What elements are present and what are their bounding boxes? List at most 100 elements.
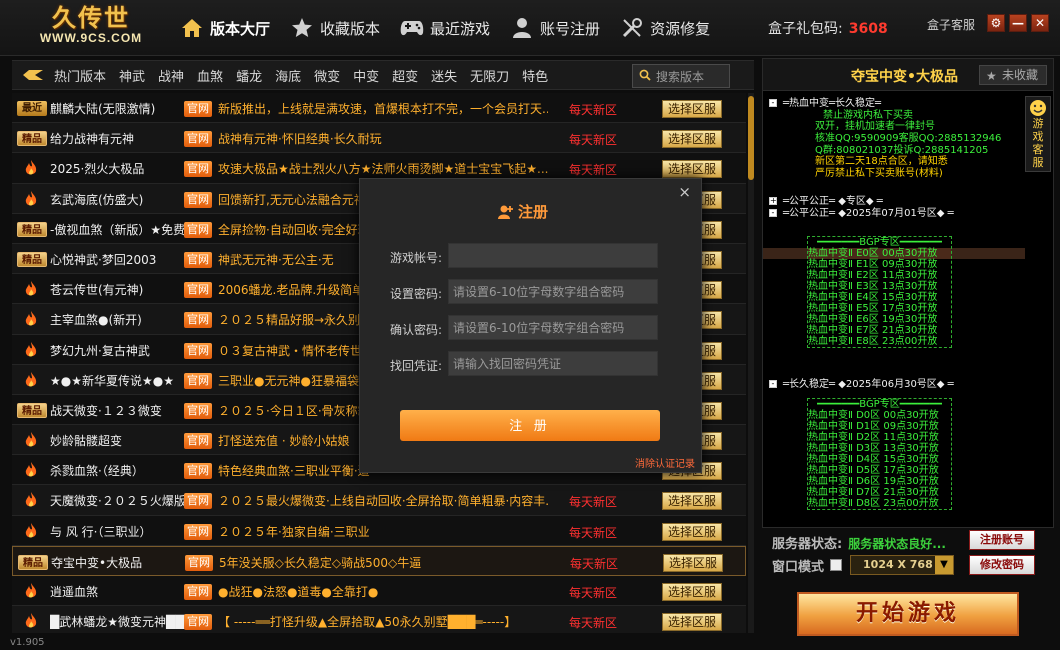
server-row[interactable]: 精品 给力战神有元神 官网 战神有元神·怀旧经典·长久耐玩 每天新区 选择区服 [12,123,746,154]
server-row[interactable]: 精品 夺宝中变•大极品 官网 5年没关服◇长久稳定◇骑战500◇牛逼 每天新区 选择区服 [12,545,746,576]
zone-entry[interactable]: 热血中变Ⅱ D7区 21点30开放 [808,487,951,498]
tree-node[interactable]: - ═长久稳定═ ◆2025年06月30号区◆ ═ [769,379,954,390]
zone-entry[interactable]: 热血中变Ⅱ E5区 17点30开放 [808,303,951,314]
official-site-button[interactable]: 官网 [184,463,212,480]
zone-entry[interactable]: 热血中变Ⅱ D8区 23点00开放 [808,498,951,509]
close-button[interactable]: ✕ [1031,14,1049,32]
official-site-button[interactable]: 官网 [184,131,212,148]
category-shenwu[interactable]: 神武 [119,66,145,85]
select-server-button[interactable]: 选择区服 [662,492,722,511]
category-zhongbian[interactable]: 中变 [353,66,379,85]
category-haidi[interactable]: 海底 [275,66,301,85]
official-site-button[interactable]: 官网 [184,221,212,238]
tree-node[interactable]: - ═热血中变═长久稳定═ [769,98,881,109]
password-input[interactable] [448,279,658,304]
official-site-button[interactable]: 官网 [184,282,212,299]
category-panlong[interactable]: 蟠龙 [236,66,262,85]
official-site-button[interactable]: 官网 [184,402,212,419]
select-server-button[interactable]: 选择区服 [662,130,722,149]
game-service-button[interactable]: 游戏客服 [1025,96,1051,172]
nav-resource-repair[interactable]: 资源修复 [620,12,710,44]
official-site-button[interactable]: 官网 [184,493,212,510]
category-mishi[interactable]: 迷失 [431,66,457,85]
server-row[interactable]: █武林蟠龙★微变元神██ 官网【 -----══打怪升级▲全屏拾取▲50永久别墅█… [12,606,746,633]
category-zhanshen[interactable]: 战神 [158,66,184,85]
official-site-button[interactable]: 官网 [184,372,212,389]
official-site-button[interactable]: 官网 [184,191,212,208]
window-mode-checkbox[interactable] [830,559,843,571]
close-icon[interactable]: × [678,183,691,201]
scroll-thumb[interactable] [748,96,754,180]
nav-recent-games[interactable]: 最近游戏 [400,12,490,44]
select-server-button[interactable]: 选择区服 [663,553,723,572]
zone-entry[interactable]: 热血中变Ⅱ D4区 15点30开放 [808,454,951,465]
fire-icon [24,280,38,298]
server-row[interactable]: 与 风 行·（三职业） 官网 ２０２５年·独家自编·三职业 每天新区 选择区服 [12,515,746,546]
category-hot[interactable]: 热门版本 [54,66,106,85]
official-site-button[interactable]: 官网 [184,312,212,329]
official-site-button[interactable]: 官网 [184,523,212,540]
server-row[interactable]: 最近 麒麟大陆(无限激情) 官网 新版推出，上线就是满攻速，首爆根本打不完，一个会员打… [12,93,746,124]
category-wuxiandao[interactable]: 无限刀 [470,66,509,85]
category-weibian[interactable]: 微变 [314,66,340,85]
minimize-button[interactable]: — [1009,14,1027,32]
resolution-select[interactable]: 1024 X 768 ▼ [850,555,955,575]
zone-entry[interactable]: 热血中变Ⅱ E7区 21点30开放 [808,325,951,336]
zone-entry[interactable]: 热血中变Ⅱ E6区 19点30开放 [808,314,951,325]
zone-entry[interactable]: 热血中变Ⅱ E2区 11点30开放 [808,270,951,281]
official-site-button[interactable]: 官网 [185,554,213,571]
category-xuesha[interactable]: 血煞 [197,66,223,85]
notice-line: 禁止游戏内私下买卖 [823,110,913,121]
select-server-button[interactable]: 选择区服 [662,522,722,541]
search-input[interactable]: 搜索版本 [632,64,730,88]
official-site-button[interactable]: 官网 [184,614,212,631]
official-site-button[interactable]: 官网 [184,342,212,359]
search-placeholder: 搜索版本 [656,69,705,84]
star-icon [290,16,314,40]
nav-version-hall[interactable]: 版本大厅 [180,12,270,44]
customer-service-link[interactable]: 盒子客服 [927,16,975,33]
server-row[interactable]: 天魔微变·２０２５火爆版 官网 ２０２５最火爆微变·上线自动回收·全屏拾取·简单粗暴… [12,485,746,516]
zone-entry[interactable]: 热血中变Ⅱ E8区 23点00开放 [808,336,951,347]
recovery-input[interactable] [448,351,658,376]
notice-line: 核准QQ:9590909客服QQ:2885132946 [815,133,1002,144]
server-name: 杀戮血煞·（经典） [50,464,144,479]
zone-entry[interactable]: 热血中变Ⅱ E0区 00点30开放 [808,248,951,259]
server-row[interactable]: 逍遥血煞 官网 ●战狂●法怒●道毒●全靠打● 每天新区 选择区服 [12,576,746,607]
select-server-button[interactable]: 选择区服 [662,100,722,118]
category-tese[interactable]: 特色 [522,66,548,85]
favorite-button[interactable]: ★ 未收藏 [979,65,1047,85]
settings-button[interactable]: ⚙ [987,14,1005,32]
official-site-button[interactable]: 官网 [184,101,212,117]
server-description: ２０２５年·独家自编·三职业 [218,524,370,539]
zone-entry[interactable]: 热血中变Ⅱ D0区 00点30开放 [808,410,951,421]
confirm-password-input[interactable] [448,315,658,340]
zone-entry[interactable]: 热血中变Ⅱ D6区 19点30开放 [808,476,951,487]
zone-entry[interactable]: 热血中变Ⅱ E4区 15点30开放 [808,292,951,303]
official-site-button[interactable]: 官网 [184,161,212,178]
zone-entry[interactable]: 热血中变Ⅱ D2区 11点30开放 [808,432,951,443]
zone-entry[interactable]: 热血中变Ⅱ E1区 09点30开放 [808,259,951,270]
change-password-button[interactable]: 修改密码 [969,555,1035,575]
register-submit-button[interactable]: 注 册 [400,410,660,441]
register-account-button[interactable]: 注册账号 [969,530,1035,550]
list-scrollbar[interactable] [748,93,754,633]
start-game-button[interactable]: 开始游戏 [797,592,1019,636]
official-site-button[interactable]: 官网 [184,251,212,268]
account-input[interactable] [448,243,658,268]
zone-entry[interactable]: 热血中变Ⅱ D1区 09点30开放 [808,421,951,432]
tree-node[interactable]: - ═公平公正═ ◆2025年07月01号区◆ ═ [769,208,954,219]
select-server-button[interactable]: 选择区服 [662,160,722,179]
zone-entry[interactable]: 热血中变Ⅱ D5区 17点30开放 [808,465,951,476]
tree-node[interactable]: + ═公平公正═ ◆专区◆ ═ [769,196,883,207]
clear-auth-link[interactable]: 消除认证记录 [635,455,695,470]
official-site-button[interactable]: 官网 [184,433,212,450]
zone-entry[interactable]: 热血中变Ⅱ E3区 13点30开放 [808,281,951,292]
nav-favorites[interactable]: 收藏版本 [290,12,380,44]
zone-entry[interactable]: 热血中变Ⅱ D3区 13点30开放 [808,443,951,454]
category-chaobian[interactable]: 超变 [392,66,418,85]
select-server-button[interactable]: 选择区服 [662,613,722,632]
official-site-button[interactable]: 官网 [184,584,212,600]
select-server-button[interactable]: 选择区服 [662,583,722,601]
nav-account-register[interactable]: 账号注册 [510,12,600,44]
